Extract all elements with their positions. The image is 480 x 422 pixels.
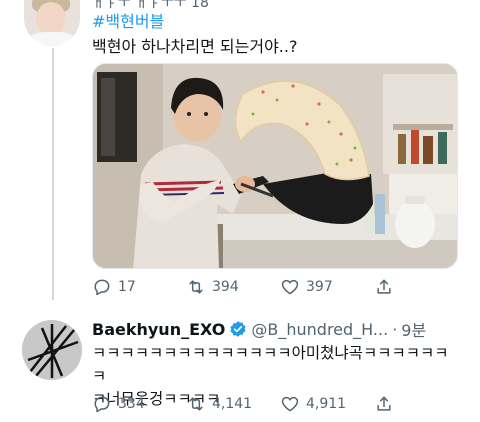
share-icon bbox=[377, 279, 391, 294]
avatar[interactable] bbox=[22, 320, 82, 380]
like-count: 4,911 bbox=[306, 396, 347, 412]
retweet-count: 4,141 bbox=[212, 396, 253, 412]
tweet-actions: 17 394 397 bbox=[92, 277, 462, 297]
share-button[interactable] bbox=[374, 277, 394, 297]
retweet-button[interactable]: 4,141 bbox=[186, 394, 252, 414]
retweet-count: 394 bbox=[212, 279, 239, 295]
like-button[interactable]: 397 bbox=[280, 277, 333, 297]
tweet-text: 백현아 하나차리면 되는거야..? bbox=[92, 37, 298, 56]
verified-badge-icon bbox=[230, 321, 246, 337]
reply-icon bbox=[94, 279, 110, 296]
avatar-image bbox=[22, 320, 82, 380]
timestamp[interactable]: 9분 bbox=[401, 317, 426, 341]
display-name[interactable]: Baekhyun_EXO bbox=[92, 320, 225, 339]
tweet-text-line: ㅋㅋㅋㅋㅋㅋㅋㅋㅋㅋㅋㅋㅋㅋ아미쳤냐곡ㅋㅋㅋㅋㅋㅋㅋ bbox=[92, 344, 449, 385]
reply-count: 17 bbox=[118, 279, 136, 295]
share-icon bbox=[377, 396, 391, 411]
retweet-icon bbox=[189, 397, 203, 411]
tweet-actions: 334 4,141 4,911 bbox=[92, 394, 462, 414]
retweet-button[interactable]: 394 bbox=[186, 277, 239, 297]
tweet-photo[interactable] bbox=[92, 63, 458, 269]
like-icon bbox=[281, 279, 299, 295]
separator-dot: · bbox=[392, 319, 398, 339]
share-button[interactable] bbox=[374, 394, 394, 414]
reply-icon bbox=[94, 396, 110, 413]
handle[interactable]: @B_hundred_H... bbox=[251, 320, 388, 339]
reply-count: 334 bbox=[118, 396, 145, 412]
avatar[interactable] bbox=[24, 0, 80, 46]
tweet-author-row: Baekhyun_EXO @B_hundred_H... · 9분 bbox=[92, 317, 426, 341]
thread-connector-line bbox=[52, 48, 54, 300]
like-count: 397 bbox=[306, 279, 333, 295]
kitchen-photo bbox=[93, 64, 457, 268]
reply-button[interactable]: 334 bbox=[92, 394, 145, 414]
retweet-icon bbox=[189, 280, 203, 294]
reply-button[interactable]: 17 bbox=[92, 277, 136, 297]
hashtag-link[interactable]: #백현버블 bbox=[92, 8, 164, 32]
like-button[interactable]: 4,911 bbox=[280, 394, 346, 414]
like-icon bbox=[281, 396, 299, 412]
